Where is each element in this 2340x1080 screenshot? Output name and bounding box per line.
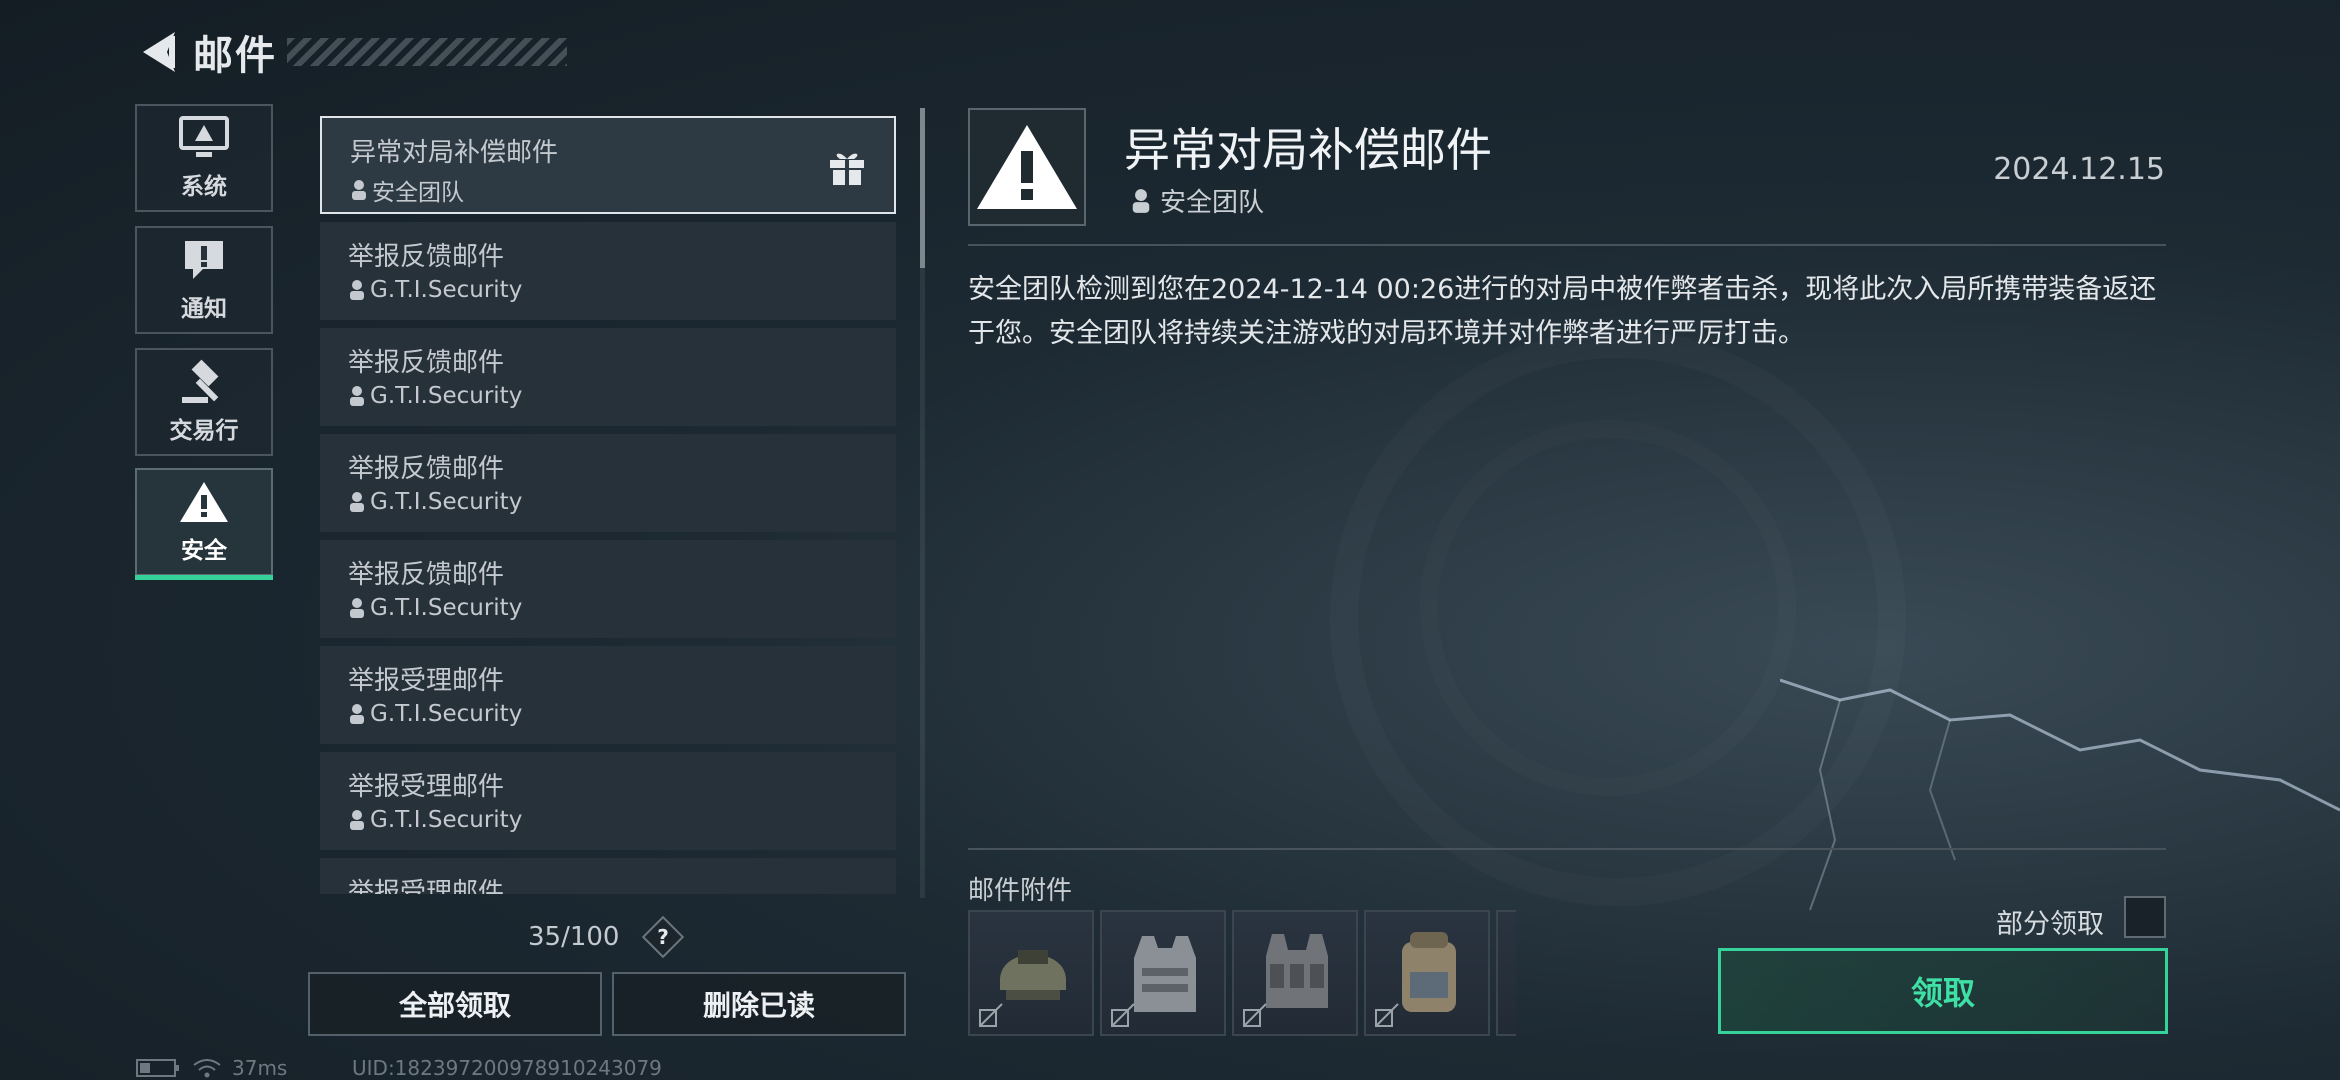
mail-subject: 举报反馈邮件: [348, 348, 505, 378]
warning-icon: [180, 482, 228, 522]
mail-subject: 举报受理邮件: [348, 772, 505, 802]
mail-item[interactable]: 举报受理邮件 G.T.I.Security: [320, 752, 896, 850]
armor-vest-icon: [1134, 936, 1196, 1012]
mail-item[interactable]: 举报受理邮件 G.T.I.Security: [320, 646, 896, 744]
person-icon: [1132, 188, 1150, 213]
mail-sender-name: G.T.I.Security: [370, 595, 523, 621]
gavel-icon: [182, 359, 219, 403]
page-title: 邮件: [193, 33, 277, 79]
chest-rig-icon: [1266, 934, 1328, 1008]
tab-security[interactable]: 安全: [135, 468, 273, 580]
unbound-corner-icon: [1243, 1003, 1267, 1027]
battery-icon: [136, 1059, 179, 1077]
help-button[interactable]: ?: [641, 915, 685, 959]
mail-sender-name: G.T.I.Security: [370, 807, 523, 833]
mail-sender: G.T.I.Security: [348, 489, 868, 515]
attachment-slot[interactable]: [1232, 910, 1358, 1036]
user-uid: UID:18239720097891024307​9: [352, 1056, 662, 1080]
mail-sender: G.T.I.Security: [348, 383, 868, 409]
mail-sender: 安全团队: [350, 173, 866, 207]
background-lightning: [1780, 678, 2340, 911]
status-bar: 37ms: [136, 1056, 287, 1080]
unbound-corner-icon: [979, 1003, 1003, 1027]
mail-subject: 举报受理邮件: [348, 666, 505, 696]
background-emblem-inner: [1420, 420, 1796, 796]
person-icon: [350, 810, 364, 830]
mail-detail-sender-name: 安全团队: [1160, 188, 1265, 218]
attachment-slot[interactable]: [1100, 910, 1226, 1036]
tab-system-label: 系统: [181, 174, 227, 200]
tab-system[interactable]: 系统: [135, 104, 273, 212]
tab-notice-label: 通知: [181, 296, 227, 322]
mail-subject: 举报受理邮件: [348, 878, 505, 894]
delete-read-button[interactable]: 删除已读: [612, 972, 906, 1036]
mail-sender-name: G.T.I.Security: [370, 701, 523, 727]
mail-subject: 举报反馈邮件: [348, 242, 505, 272]
detail-divider-top: [968, 244, 2166, 246]
claim-button[interactable]: 领取: [1718, 948, 2168, 1034]
mail-sender-name: G.T.I.Security: [370, 383, 523, 409]
mail-sender-name: 安全团队: [372, 180, 464, 206]
tab-trade-label: 交易行: [169, 418, 239, 444]
mail-item[interactable]: 举报反馈邮件 G.T.I.Security: [320, 434, 896, 532]
mail-detail-date: 2024.12.15: [1993, 152, 2165, 187]
claim-all-button[interactable]: 全部领取: [308, 972, 602, 1036]
mail-detail-sender: 安全团队: [1130, 182, 1264, 219]
mail-count: 35/100: [528, 922, 620, 952]
mail-subject: 异常对局补偿邮件: [350, 138, 559, 168]
person-icon: [352, 180, 366, 200]
attachment-slot[interactable]: [1496, 910, 1516, 1036]
mail-item[interactable]: 举报受理邮件: [320, 858, 896, 894]
wifi-icon: [193, 1059, 221, 1078]
partial-claim-label: 部分领取: [1996, 909, 2104, 940]
monitor-icon: [179, 116, 229, 157]
ping-value: 37ms: [232, 1056, 288, 1080]
back-button[interactable]: [135, 28, 183, 76]
tab-notice[interactable]: 通知: [135, 226, 273, 334]
attachment-slot[interactable]: [1364, 910, 1490, 1036]
partial-claim-checkbox[interactable]: [2124, 896, 2166, 938]
mail-item[interactable]: 举报反馈邮件 G.T.I.Security: [320, 222, 896, 320]
title-decoration: [287, 38, 567, 66]
unbound-corner-icon: [1375, 1003, 1399, 1027]
detail-divider-bottom: [968, 848, 2166, 850]
tab-trade[interactable]: 交易行: [135, 348, 273, 456]
mail-detail-title: 异常对局补偿邮件: [1124, 123, 1492, 177]
mail-sender: G.T.I.Security: [348, 595, 868, 621]
mail-body: 安全团队检测到您在2024-12-14 00:26进行的对局中被作弊者击杀，现将…: [968, 274, 2157, 349]
mail-sender: G.T.I.Security: [348, 277, 868, 303]
helmet-icon: [1000, 950, 1066, 1000]
person-icon: [350, 704, 364, 724]
gift-icon: [830, 153, 864, 185]
back-arrow-icon: [143, 32, 175, 72]
warning-icon: [977, 125, 1077, 209]
mail-sender: G.T.I.Security: [348, 807, 868, 833]
tab-security-label: 安全: [181, 538, 227, 564]
mail-list-scroll-thumb[interactable]: [920, 108, 925, 268]
person-icon: [350, 280, 364, 300]
attachment-slot[interactable]: [968, 910, 1094, 1036]
mail-item[interactable]: 举报反馈邮件 G.T.I.Security: [320, 540, 896, 638]
attachments-label: 邮件附件: [968, 876, 1073, 906]
mail-subject: 举报反馈邮件: [348, 454, 505, 484]
mail-item-selected[interactable]: 异常对局补偿邮件 安全团队: [320, 116, 896, 214]
header: 邮件: [135, 22, 567, 82]
backpack-icon: [1402, 932, 1456, 1012]
person-icon: [350, 386, 364, 406]
mail-sender-name: G.T.I.Security: [370, 277, 523, 303]
person-icon: [350, 492, 364, 512]
mail-item[interactable]: 举报反馈邮件 G.T.I.Security: [320, 328, 896, 426]
person-icon: [350, 598, 364, 618]
unbound-corner-icon: [1111, 1003, 1135, 1027]
attachments-row: [968, 910, 1516, 1036]
mail-list[interactable]: 异常对局补偿邮件 安全团队 举报反馈邮件 G.T.I.Security 举报反馈…: [318, 114, 896, 894]
mail-subject: 举报反馈邮件: [348, 560, 505, 590]
exclamation-bubble-icon: [185, 241, 223, 279]
mail-type-icon-box: [968, 108, 1086, 226]
mail-sender-name: G.T.I.Security: [370, 489, 523, 515]
mail-sender: G.T.I.Security: [348, 701, 868, 727]
help-icon: ?: [657, 925, 669, 949]
